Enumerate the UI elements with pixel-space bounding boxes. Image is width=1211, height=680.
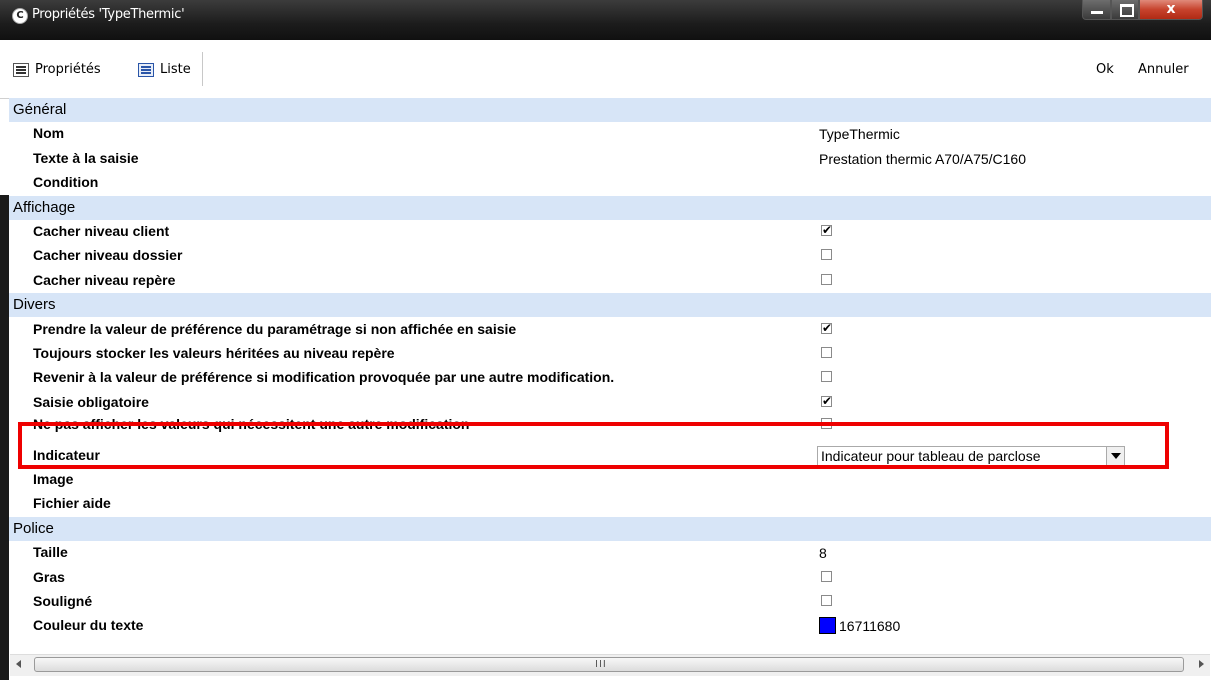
category-row[interactable]: Divers [9,293,1211,318]
property-row[interactable]: Nom TypeThermic [9,122,1211,147]
property-row[interactable]: Image [9,468,1211,492]
horizontal-scrollbar[interactable]: III [10,654,1210,676]
property-label: Couleur du texte [33,617,144,634]
property-label: Cacher niveau repère [33,271,176,288]
property-row[interactable]: Cacher niveau dossier [9,244,1211,269]
property-label: Texte à la saisie [33,149,139,166]
scroll-left-icon[interactable] [16,660,21,668]
color-swatch[interactable] [819,617,836,635]
property-label: Revenir à la valeur de préférence si mod… [33,369,615,386]
property-row[interactable]: Toujours stocker les valeurs héritées au… [9,342,1211,366]
property-label: Nom [33,125,65,142]
category-label: Général [13,101,67,118]
category-label: Affichage [13,198,76,216]
property-label: Saisie obligatoire [33,393,149,410]
property-grid: Général Nom TypeThermic Texte à la saisie Pr… [9,98,1211,654]
value-cell[interactable] [817,590,1129,614]
value-cell[interactable] [817,268,1129,293]
properties-window: C Propriétés 'TypeThermic' x Propriétés … [0,0,1211,680]
checkbox-unchecked[interactable] [821,371,832,383]
ok-button[interactable]: Ok [1096,62,1114,77]
category-row[interactable]: Général [9,98,1211,122]
value-cell[interactable] [817,565,1129,590]
property-label: Cacher niveau client [33,223,170,239]
property-label: Toujours stocker les valeurs héritées au… [33,345,395,361]
property-row[interactable]: Condition [9,171,1211,196]
property-label: Cacher niveau dossier [33,247,183,264]
property-label: Fichier aide [33,495,111,512]
checkbox-unchecked[interactable] [821,570,832,582]
checkbox-unchecked[interactable] [821,595,832,606]
scroll-grip: III [595,659,607,670]
value-cell[interactable] [817,244,1129,269]
property-value[interactable]: Prestation thermic A70/A75/C160 [819,151,1026,167]
window-left-edge [0,195,9,680]
value-cell[interactable] [817,468,1129,492]
property-row[interactable]: Texte à la saisie Prestation thermic A70/… [9,146,1211,171]
checkbox-checked[interactable] [821,321,832,335]
highlight-box [18,422,1169,469]
value-cell[interactable] [817,390,1129,415]
property-row[interactable]: Souligné [9,590,1211,614]
properties-icon [13,62,29,77]
minimize-icon [1091,11,1103,14]
property-label: Image [33,471,74,487]
color-value[interactable]: 16711680 [839,618,900,634]
value-cell[interactable] [817,541,1129,566]
scroll-right-icon[interactable] [1199,660,1204,668]
category-row[interactable]: Police [9,516,1211,541]
title-bar[interactable]: C Propriétés 'TypeThermic' x [0,0,1211,40]
list-icon [138,62,154,77]
close-icon: x [1166,1,1176,17]
category-label: Divers [13,296,56,314]
checkbox-unchecked[interactable] [821,347,832,358]
property-label: Condition [33,174,99,191]
checkbox-unchecked[interactable] [821,273,832,285]
properties-label: Propriétés [35,62,101,77]
property-label: Prendre la valeur de préférence du param… [33,320,517,337]
toolbar: Propriétés Liste Ok Annuler [0,40,1211,99]
maximize-icon [1120,4,1134,17]
value-cell[interactable] [817,317,1129,342]
cancel-button[interactable]: Annuler [1138,62,1189,77]
maximize-button[interactable] [1111,0,1139,20]
value-cell[interactable] [817,492,1129,517]
value-cell[interactable] [817,220,1129,244]
property-row[interactable]: Taille 8 [9,541,1211,566]
category-row[interactable]: Affichage [9,195,1211,220]
app-icon: C [12,8,28,24]
list-button[interactable]: Liste [138,62,191,77]
minimize-button[interactable] [1082,0,1111,20]
value-cell[interactable] [817,342,1129,366]
toolbar-separator [202,52,203,86]
property-row[interactable]: Saisie obligatoire [9,390,1211,415]
value-cell[interactable] [817,171,1129,196]
checkbox-checked[interactable] [821,394,832,408]
property-value[interactable]: TypeThermic [819,126,900,142]
property-label: Gras [33,568,65,585]
value-cell[interactable] [817,366,1129,391]
property-row[interactable]: Cacher niveau repère [9,268,1211,293]
checkbox-unchecked[interactable] [821,249,832,261]
property-row[interactable]: Prendre la valeur de préférence du param… [9,317,1211,342]
property-row[interactable]: Fichier aide [9,492,1211,517]
list-label: Liste [160,62,191,77]
close-button[interactable]: x [1139,0,1203,20]
checkbox-checked[interactable] [821,223,832,237]
property-label: Taille [33,544,68,561]
category-label: Police [13,519,54,537]
property-value[interactable]: 8 [819,545,827,561]
property-label: Souligné [33,593,93,609]
window-title: Propriétés 'TypeThermic' [32,7,185,22]
scroll-thumb[interactable]: III [34,657,1184,672]
property-row[interactable]: Gras [9,565,1211,590]
property-row[interactable]: Revenir à la valeur de préférence si mod… [9,366,1211,391]
property-row[interactable]: Couleur du texte 16711680 [9,614,1211,639]
property-row[interactable]: Cacher niveau client [9,220,1211,244]
properties-button[interactable]: Propriétés [13,62,101,77]
